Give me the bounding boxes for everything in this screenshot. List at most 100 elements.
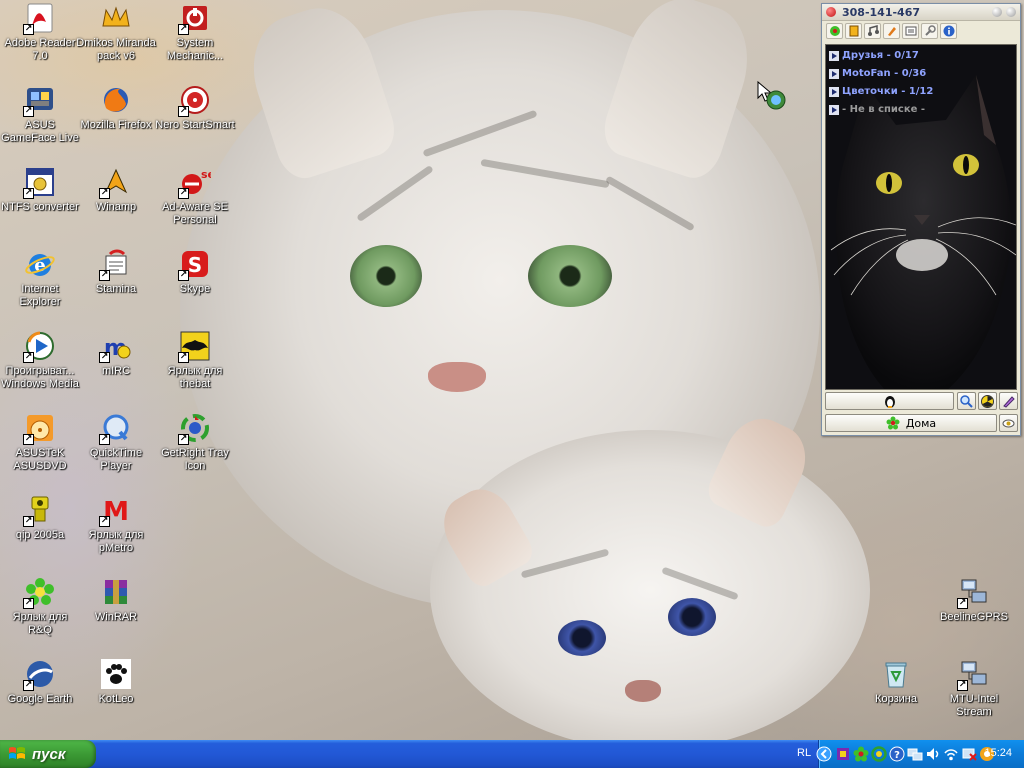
- tray-app-icon[interactable]: [835, 746, 851, 762]
- desktop-icon-label: ASUSTeK ASUSDVD: [13, 447, 67, 472]
- desktop-icon-recycle-bin[interactable]: Корзина: [856, 656, 936, 734]
- main-menu-button[interactable]: [825, 392, 954, 410]
- start-label: пуск: [32, 745, 66, 763]
- edit-button[interactable]: [999, 392, 1018, 410]
- desktop-icon-pmetro[interactable]: M ↗ Ярлык для pMetro: [76, 492, 156, 570]
- desktop-icon-mirc[interactable]: m ↗ mIRC: [76, 328, 156, 406]
- status-button[interactable]: Дома: [825, 414, 997, 432]
- privacy-icon[interactable]: [883, 23, 900, 39]
- contact-group-friends[interactable]: Друзья - 0/17: [829, 48, 919, 64]
- desktop-icon-label: Mozilla Firefox: [80, 119, 152, 131]
- google-earth-icon: ↗: [23, 658, 56, 691]
- desktop-icon-google-earth[interactable]: ↗ Google Earth: [0, 656, 80, 734]
- language-indicator[interactable]: RL: [797, 747, 811, 759]
- desktop-icon-winrar[interactable]: WinRAR: [76, 574, 156, 652]
- desktop-icon-label: Internet Explorer: [19, 283, 61, 308]
- status-label: Дома: [905, 416, 937, 430]
- expand-arrow-icon: [829, 51, 839, 61]
- flower-status-icon[interactable]: [826, 23, 843, 39]
- desktop-icon-label: Ad-Aware SE Personal: [162, 201, 228, 226]
- desktop-icon-label: Adobe Reader 7.0: [4, 37, 76, 62]
- desktop-icon-label: System Mechanic...: [166, 37, 224, 62]
- notes-icon[interactable]: [902, 23, 919, 39]
- desktop-icon-miranda[interactable]: Dmikos Miranda pack v6: [76, 0, 156, 78]
- qip-contact-list-window[interactable]: 308-141-467 Друзья - 0/17 MotoFan - 0/36…: [821, 3, 1021, 436]
- close-button[interactable]: [1006, 7, 1016, 17]
- clock[interactable]: 15:24: [984, 747, 1012, 759]
- system-tray: ? 15:24: [816, 740, 1024, 768]
- visibility-button[interactable]: [999, 414, 1018, 432]
- desktop-icon-label: WinRAR: [94, 611, 138, 623]
- thebat-icon: ↗: [178, 330, 211, 363]
- desktop-icon-rnq[interactable]: ↗ Ярлык для R&Q: [0, 574, 80, 652]
- desktop-icon-ntfs-converter[interactable]: ↗ NTFS converter: [0, 164, 80, 242]
- desktop-icon-label: GetRight Tray Icon: [161, 447, 229, 472]
- desktop-icon-asus-gameface[interactable]: ↗ ASUS GameFace Live: [0, 82, 80, 160]
- getright-tray-icon[interactable]: [871, 746, 887, 762]
- help-icon[interactable]: ?: [889, 746, 905, 762]
- qip-title-bar[interactable]: 308-141-467: [822, 4, 1020, 21]
- volume-icon[interactable]: [925, 746, 941, 762]
- desktop-icon-stamina[interactable]: ↗ Stamina: [76, 246, 156, 324]
- desktop-icon-internet-explorer[interactable]: e Internet Explorer: [0, 246, 80, 324]
- radiation-button[interactable]: [978, 392, 997, 410]
- firefox-icon: [100, 84, 132, 116]
- nero-icon: ↗: [178, 84, 211, 117]
- contact-group-label: Цветочки - 1/12: [842, 86, 934, 97]
- minimize-button[interactable]: [992, 7, 1002, 17]
- desktop-icon-label: Корзина: [875, 693, 917, 705]
- contact-list[interactable]: Друзья - 0/17 MotoFan - 0/36 Цветочки - …: [825, 44, 1017, 390]
- windows-logo-icon: [9, 747, 25, 759]
- expand-arrow-icon: [829, 69, 839, 79]
- history-icon[interactable]: [845, 23, 862, 39]
- disconnected-network-icon[interactable]: [961, 746, 977, 762]
- qip-tray-icon[interactable]: [853, 746, 869, 762]
- desktop-icon-qip[interactable]: ↗ qip 2005a: [0, 492, 80, 570]
- desktop-icon-kotleo[interactable]: KotLeo: [76, 656, 156, 734]
- desktop-icon-nero[interactable]: ↗ Nero StartSmart: [155, 82, 235, 160]
- desktop-icon-system-mechanic[interactable]: ↗ System Mechanic...: [155, 0, 235, 78]
- info-icon[interactable]: [940, 23, 957, 39]
- desktop-icon-winamp[interactable]: ↗ Winamp: [76, 164, 156, 242]
- contact-group-label: - Не в списке -: [842, 104, 926, 115]
- desktop-icon-label: Ярлык для pMetro: [88, 529, 144, 554]
- miranda-icon: [100, 2, 132, 34]
- contact-group-not-in-list[interactable]: - Не в списке -: [829, 102, 925, 118]
- desktop-icon-ad-aware[interactable]: se ↗ Ad-Aware SE Personal: [155, 164, 235, 242]
- sound-icon[interactable]: [864, 23, 881, 39]
- desktop-icon-getright[interactable]: ↗ GetRight Tray Icon: [155, 410, 235, 488]
- desktop-icon-adobe-reader[interactable]: ↗ Adobe Reader 7.0: [0, 0, 80, 78]
- desktop-icon-label: Nero StartSmart: [155, 119, 235, 131]
- desktop-icon-label: BeelineGPRS: [940, 611, 1008, 623]
- contact-group-label: Друзья - 0/17: [842, 50, 919, 61]
- show-hidden-icons-button[interactable]: [816, 746, 832, 762]
- desktop-icon-quicktime[interactable]: ↗ QuickTime Player: [76, 410, 156, 488]
- expand-arrow-icon: [829, 105, 839, 115]
- qip-uin: 308-141-467: [842, 6, 921, 19]
- network-status-icon[interactable]: [907, 746, 923, 762]
- desktop-icon-label: qip 2005a: [15, 529, 65, 541]
- svg-text:?: ?: [894, 750, 900, 761]
- desktop-icon-label: ASUS GameFace Live: [1, 119, 79, 144]
- settings-icon[interactable]: [921, 23, 938, 39]
- windows-media-player-icon: ↗: [23, 330, 56, 363]
- desktop-icon-thebat[interactable]: ↗ Ярлык для thebat: [155, 328, 235, 406]
- skype-icon: S ↗: [178, 248, 211, 281]
- desktop-icon-beeline-gprs[interactable]: ↗ BeelineGPRS: [934, 574, 1014, 652]
- desktop-icon-firefox[interactable]: Mozilla Firefox: [76, 82, 156, 160]
- desktop-icon-skype[interactable]: S ↗ Skype: [155, 246, 235, 324]
- network-connection-icon: ↗: [957, 658, 990, 691]
- desktop-icon-label: MTU-Intel Stream: [949, 693, 999, 718]
- contact-group-flowers[interactable]: Цветочки - 1/12: [829, 84, 933, 100]
- wireless-icon[interactable]: [943, 746, 959, 762]
- asusdvd-icon: ↗: [23, 412, 56, 445]
- desktop-icon-mtu-intel-stream[interactable]: ↗ MTU-Intel Stream: [934, 656, 1014, 734]
- contact-group-motofan[interactable]: MotoFan - 0/36: [829, 66, 926, 82]
- desktop-icon-windows-media-player[interactable]: ↗ Проигрыват... Windows Media: [0, 328, 80, 406]
- desktop-icon-asusdvd[interactable]: ↗ ASUSTeK ASUSDVD: [0, 410, 80, 488]
- qip-menu-icon[interactable]: [826, 7, 836, 17]
- ntfs-converter-icon: ↗: [23, 166, 56, 199]
- search-button[interactable]: [957, 392, 976, 410]
- kotleo-icon: [100, 658, 132, 690]
- start-button[interactable]: пуск: [0, 740, 96, 768]
